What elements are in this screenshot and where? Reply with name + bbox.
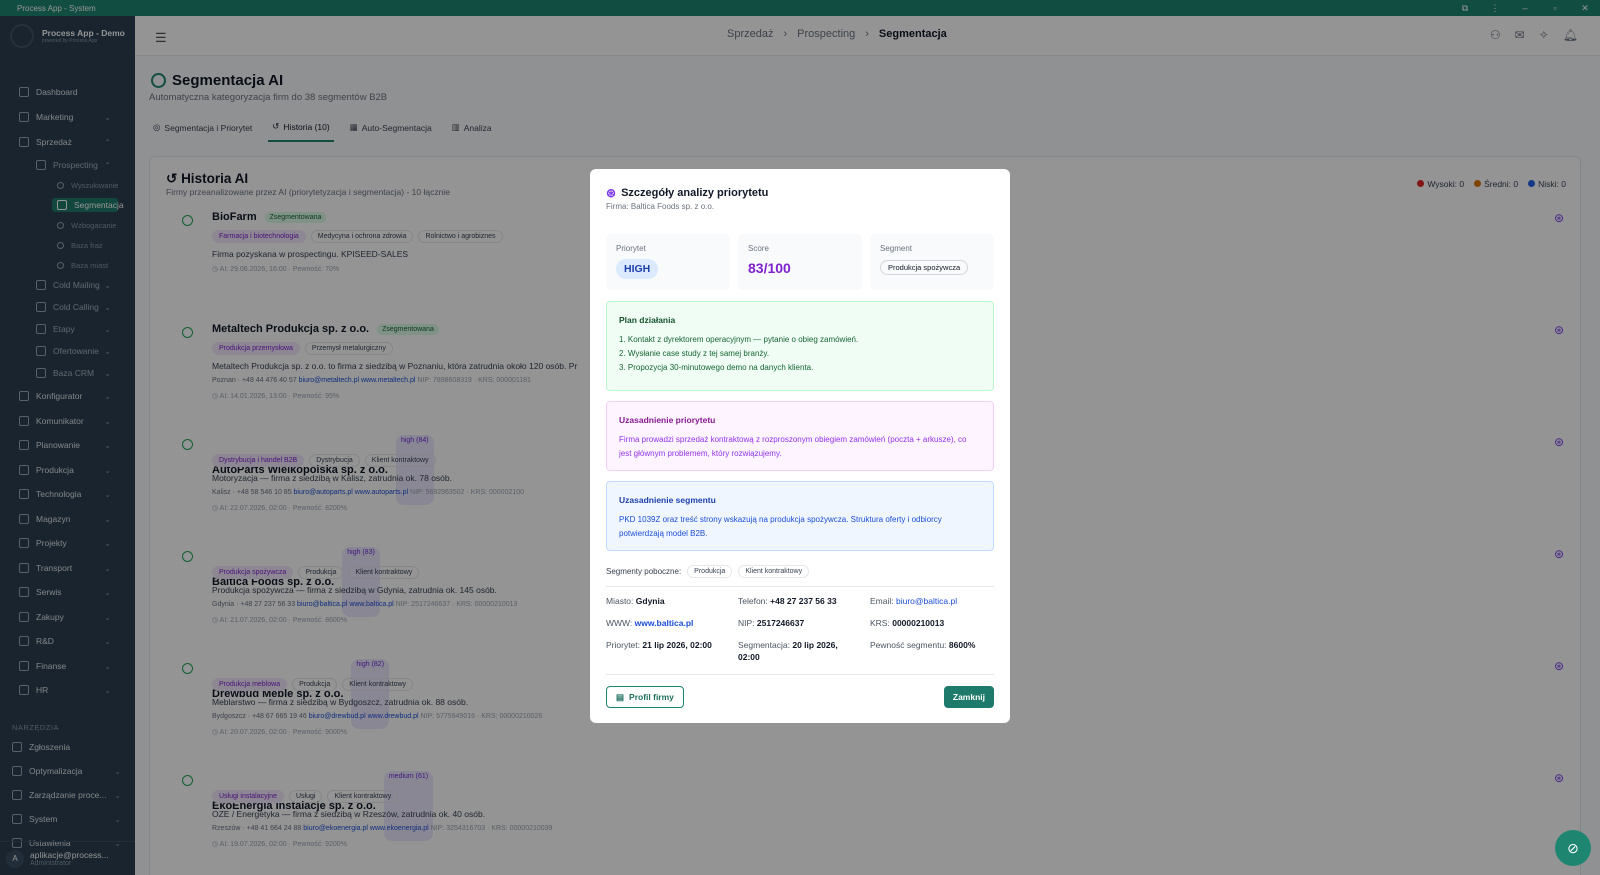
field-label: Segmentacja:: [738, 640, 790, 650]
field-label: NIP:: [738, 618, 755, 628]
field-label: Priorytet:: [606, 640, 641, 650]
divider: [606, 674, 994, 675]
divider: [606, 586, 994, 587]
field-label: KRS:: [870, 618, 890, 628]
priority-details-modal: ⊛ Szczegóły analizy priorytetu Firma: Ba…: [590, 169, 1010, 723]
segment-justification-box: Uzasadnienie segmentu PKD 1039Z oraz tre…: [606, 481, 994, 551]
assistant-fab-icon[interactable]: ⊘: [1555, 830, 1591, 866]
plan-item: 2. Wysłanie case study z tej samej branż…: [619, 349, 770, 358]
field-value: 21 lip 2026, 02:00: [642, 640, 712, 650]
modal-title: ⊛ Szczegóły analizy priorytetu: [606, 186, 768, 200]
priority-justification-title: Uzasadnienie priorytetu: [619, 415, 716, 425]
segment-label: Segment: [880, 244, 913, 253]
side-segments-label: Segmenty poboczne:: [606, 567, 682, 576]
field-www: WWW: www.baltica.pl: [606, 617, 693, 629]
field-label: Telefon:: [738, 596, 768, 606]
plan-item: 3. Propozycja 30-minutowego demo na dany…: [619, 363, 814, 372]
field-email: Email: biuro@baltica.pl: [870, 595, 957, 607]
field-krs: KRS: 00000210013: [870, 617, 944, 629]
side-segments: Segmenty poboczne: Produkcja Klient kont…: [606, 565, 810, 578]
company-profile-label: Profil firmy: [629, 692, 674, 702]
website-link[interactable]: www.baltica.pl: [635, 618, 694, 628]
field-label: Email:: [870, 596, 894, 606]
field-label: WWW:: [606, 618, 633, 628]
priority-stat: Priorytet HIGH: [606, 234, 730, 290]
score-stat: Score 83/100: [738, 234, 862, 290]
segment-justification-text: PKD 1039Z oraz treść strony wskazują na …: [619, 515, 942, 538]
action-plan-list: 1. Kontakt z dyrektorem operacyjnym — py…: [619, 333, 858, 375]
field-priority-date: Priorytet: 21 lip 2026, 02:00: [606, 639, 712, 651]
action-plan-box: Plan działania 1. Kontakt z dyrektorem o…: [606, 301, 994, 391]
field-value: +48 27 237 56 33: [770, 596, 837, 606]
priority-justification-box: Uzasadnienie priorytetu Firma prowadzi s…: [606, 401, 994, 471]
field-city: Miasto: Gdynia: [606, 595, 665, 607]
field-label: Miasto:: [606, 596, 634, 606]
field-segment-confidence: Pewność segmentu: 8600%: [870, 639, 975, 651]
segment-chip: Produkcja spożywcza: [880, 260, 969, 275]
action-plan-title: Plan działania: [619, 315, 676, 325]
field-segmentation-date: Segmentacja: 20 lip 2026, 02:00: [738, 639, 858, 663]
field-value: 8600%: [948, 640, 976, 650]
close-modal-button[interactable]: Zamknij: [943, 686, 994, 708]
plan-item: 1. Kontakt z dyrektorem operacyjnym — py…: [619, 335, 859, 344]
brain-icon: ⊛: [606, 186, 617, 200]
priority-badge: HIGH: [616, 259, 659, 279]
field-label: Pewność segmentu:: [870, 640, 947, 650]
priority-justification-text: Firma prowadzi sprzedaż kontraktową z ro…: [619, 435, 967, 458]
segment-justification-title: Uzasadnienie segmentu: [619, 495, 716, 505]
side-segment-chip: Klient kontraktowy: [738, 565, 810, 578]
modal-title-text: Szczegóły analizy priorytetu: [621, 187, 769, 199]
modal-subtitle: Firma: Baltica Foods sp. z o.o.: [606, 202, 715, 211]
score-label: Score: [748, 244, 769, 253]
building-icon: ▤: [616, 691, 625, 702]
field-value: 2517246637: [756, 618, 805, 628]
priority-label: Priorytet: [616, 244, 646, 253]
side-segment-chip: Produkcja: [687, 565, 733, 578]
score-value: 83/100: [748, 260, 791, 276]
field-value: 00000210013: [892, 618, 945, 628]
segment-stat: Segment Produkcja spożywcza: [870, 234, 994, 290]
field-nip: NIP: 2517246637: [738, 617, 804, 629]
field-value: Gdynia: [635, 596, 665, 606]
email-link[interactable]: biuro@baltica.pl: [896, 596, 957, 606]
field-phone: Telefon: +48 27 237 56 33: [738, 595, 837, 607]
company-profile-button[interactable]: ▤ Profil firmy: [606, 686, 684, 708]
